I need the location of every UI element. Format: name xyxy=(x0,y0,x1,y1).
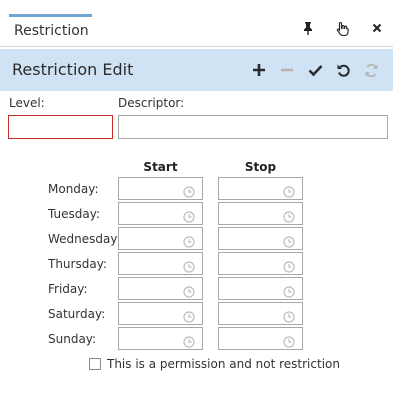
clock-icon[interactable] xyxy=(183,183,195,198)
close-icon[interactable] xyxy=(368,19,386,37)
permission-checkbox[interactable] xyxy=(89,358,101,370)
day-label: Monday: xyxy=(48,182,99,196)
start-time-input[interactable] xyxy=(118,227,203,250)
undo-icon xyxy=(337,64,350,77)
clock-icon[interactable] xyxy=(283,333,295,348)
undo-button[interactable] xyxy=(332,59,354,81)
start-time-input[interactable] xyxy=(118,302,203,325)
stop-time-input[interactable] xyxy=(218,302,303,325)
save-button[interactable] xyxy=(304,59,326,81)
add-button[interactable] xyxy=(248,59,270,81)
level-label: Level: xyxy=(9,96,45,110)
tab-restriction[interactable]: Restriction xyxy=(9,14,92,46)
remove-icon xyxy=(281,68,293,72)
clock-icon[interactable] xyxy=(183,333,195,348)
clock-icon[interactable] xyxy=(283,283,295,298)
tab-bar: Restriction xyxy=(0,0,393,47)
day-label: Sunday: xyxy=(48,332,97,346)
remove-button[interactable] xyxy=(276,59,298,81)
stop-time-input[interactable] xyxy=(218,277,303,300)
clock-icon[interactable] xyxy=(183,308,195,323)
permission-checkbox-label[interactable]: This is a permission and not restriction xyxy=(107,357,340,371)
clock-icon[interactable] xyxy=(283,183,295,198)
refresh-icon xyxy=(365,63,377,77)
descriptor-label: Descriptor: xyxy=(118,96,185,110)
stop-column-header: Stop xyxy=(244,160,277,174)
tab-label: Restriction xyxy=(14,23,89,39)
start-time-input[interactable] xyxy=(118,177,203,200)
clock-icon[interactable] xyxy=(283,308,295,323)
day-label: Thursday: xyxy=(48,257,107,271)
clock-icon[interactable] xyxy=(283,258,295,273)
level-input[interactable] xyxy=(8,115,113,139)
start-time-input[interactable] xyxy=(118,252,203,275)
start-column-header: Start xyxy=(143,160,178,174)
stop-time-input[interactable] xyxy=(218,327,303,350)
check-icon xyxy=(308,65,322,77)
clock-icon[interactable] xyxy=(283,233,295,248)
edit-header: Restriction Edit xyxy=(0,49,393,91)
day-label: Saturday: xyxy=(48,307,106,321)
stop-time-input[interactable] xyxy=(218,252,303,275)
refresh-button[interactable] xyxy=(360,59,382,81)
add-icon xyxy=(253,64,265,76)
clock-icon[interactable] xyxy=(183,283,195,298)
stop-time-input[interactable] xyxy=(218,227,303,250)
pin-icon[interactable] xyxy=(299,19,317,37)
day-label: Tuesday: xyxy=(48,207,100,221)
page-title: Restriction Edit xyxy=(12,60,134,79)
start-time-input[interactable] xyxy=(118,327,203,350)
clock-icon[interactable] xyxy=(183,233,195,248)
clock-icon[interactable] xyxy=(183,208,195,223)
day-label: Friday: xyxy=(48,282,88,296)
descriptor-input[interactable] xyxy=(118,115,388,139)
stop-time-input[interactable] xyxy=(218,202,303,225)
clock-icon[interactable] xyxy=(283,208,295,223)
tab-divider xyxy=(0,46,393,47)
start-time-input[interactable] xyxy=(118,202,203,225)
hand-pointer-icon[interactable] xyxy=(334,19,352,37)
tab-active-indicator xyxy=(9,14,92,17)
start-time-input[interactable] xyxy=(118,277,203,300)
day-label: Wednesday: xyxy=(48,232,121,246)
clock-icon[interactable] xyxy=(183,258,195,273)
stop-time-input[interactable] xyxy=(218,177,303,200)
